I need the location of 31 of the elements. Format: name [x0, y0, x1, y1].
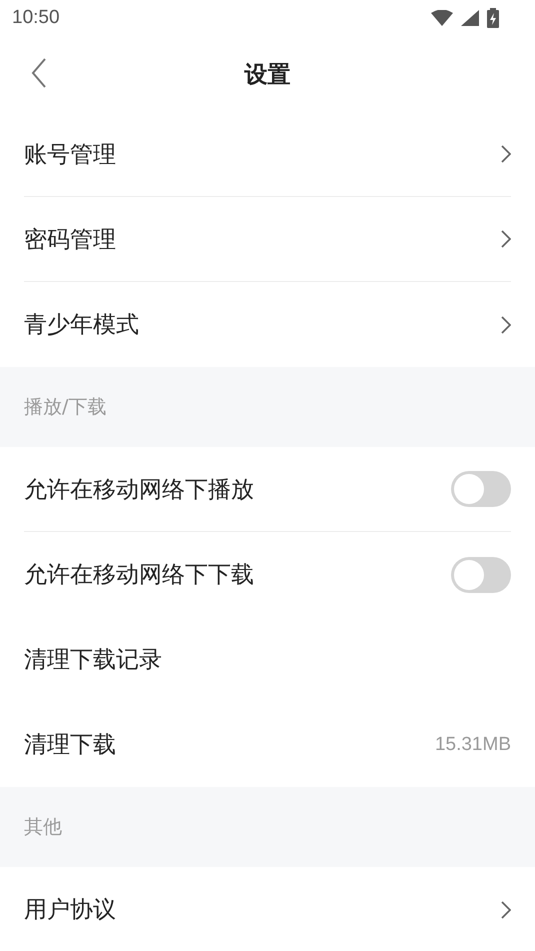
settings-row[interactable]: 账号管理	[24, 112, 511, 197]
wifi-icon	[431, 10, 453, 26]
back-icon[interactable]	[31, 58, 47, 88]
toggle-switch[interactable]	[451, 556, 511, 592]
signal-icon	[461, 10, 479, 26]
chevron-icon	[501, 316, 511, 334]
section-header: 播放/下载	[24, 395, 106, 420]
chevron-icon	[501, 900, 511, 918]
chevron-icon	[501, 145, 511, 163]
toggle-switch[interactable]	[451, 471, 511, 507]
settings-row[interactable]: 清理下载记录	[24, 617, 511, 702]
row-label: 密码管理	[24, 226, 116, 254]
settings-row[interactable]: 用户协议	[24, 867, 511, 951]
row-label: 清理下载	[24, 731, 116, 760]
row-label: 清理下载记录	[24, 646, 162, 675]
row-label: 允许在移动网络下播放	[24, 476, 254, 504]
row-label: 青少年模式	[24, 311, 139, 340]
settings-row[interactable]: 清理下载 15.31MB	[24, 702, 511, 787]
row-label: 允许在移动网络下下载	[24, 561, 254, 590]
row-label: 账号管理	[24, 140, 116, 170]
settings-row[interactable]: 青少年模式	[24, 282, 511, 367]
settings-row[interactable]: 允许在移动网络下播放	[24, 447, 511, 532]
section-header: 其他	[24, 815, 62, 840]
battery-icon	[487, 8, 499, 28]
row-label: 用户协议	[24, 896, 116, 925]
cache-size: 15.31MB	[434, 734, 511, 756]
status-time: 10:50	[12, 7, 60, 29]
page-title: 设置	[244, 60, 290, 90]
settings-row[interactable]: 允许在移动网络下下载	[24, 532, 511, 617]
chevron-icon	[501, 230, 511, 248]
settings-row[interactable]: 密码管理	[24, 197, 511, 282]
